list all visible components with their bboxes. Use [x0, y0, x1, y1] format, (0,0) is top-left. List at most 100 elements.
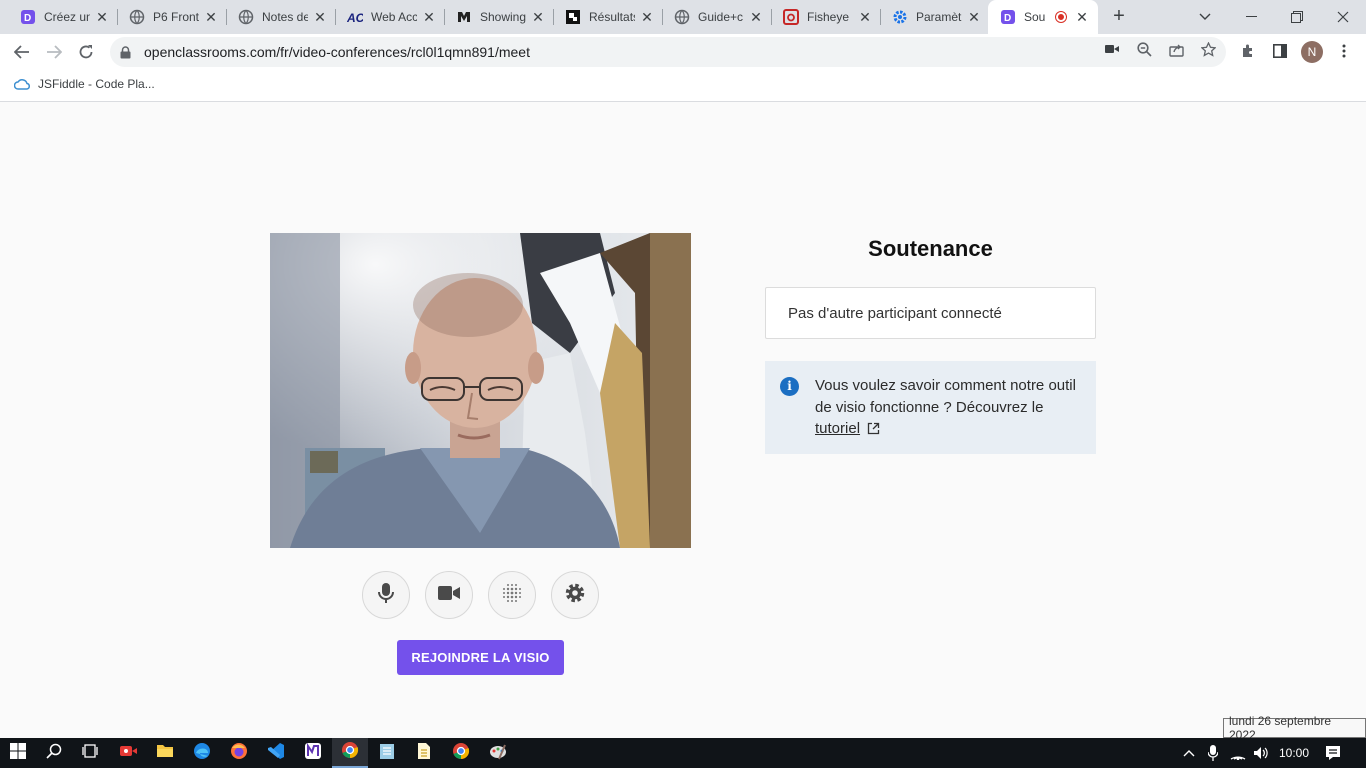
tab-3[interactable]: Notes de ✕ — [226, 0, 336, 34]
lock-icon — [120, 45, 134, 59]
tray-clock[interactable]: 10:00 — [1276, 738, 1312, 768]
taskbar-chrome-active[interactable] — [332, 738, 368, 768]
figma-like-icon — [456, 9, 472, 25]
search-icon — [46, 743, 62, 764]
tab-2[interactable]: P6 Front ✕ — [117, 0, 227, 34]
background-blur-icon — [501, 582, 523, 609]
settings-button[interactable] — [551, 571, 599, 619]
tab-10-active[interactable]: D Sou ✕ — [988, 0, 1098, 34]
camera-button[interactable] — [425, 571, 473, 619]
tab-search-icon[interactable] — [1182, 0, 1228, 34]
tab-4[interactable]: AC Web Acc ✕ — [335, 0, 445, 34]
video-camera-icon — [438, 585, 460, 606]
date-tooltip: lundi 26 septembre 2022 — [1223, 714, 1366, 742]
close-icon[interactable]: ✕ — [94, 9, 110, 25]
camera-icon — [783, 9, 799, 25]
tab-title: Fisheye — [807, 10, 850, 24]
taskbar-explorer[interactable] — [147, 738, 183, 768]
close-icon[interactable]: ✕ — [312, 9, 328, 25]
bookmark-label: JSFiddle - Code Pla... — [38, 77, 155, 91]
close-icon[interactable]: ✕ — [857, 9, 873, 25]
camera-in-use-icon[interactable] — [1104, 41, 1120, 57]
close-icon[interactable]: ✕ — [966, 9, 982, 25]
profile-avatar[interactable]: N — [1301, 41, 1323, 63]
tab-7[interactable]: Guide+c ✕ — [662, 0, 772, 34]
svg-text:AC: AC — [347, 11, 363, 25]
file-explorer-icon — [156, 743, 174, 763]
svg-text:D: D — [24, 13, 31, 24]
tab-title: Créez un — [44, 10, 90, 24]
minimize-button[interactable] — [1228, 0, 1274, 34]
tray-wifi-icon[interactable] — [1229, 738, 1247, 768]
close-icon[interactable]: ✕ — [1074, 9, 1090, 25]
close-icon[interactable]: ✕ — [203, 9, 219, 25]
tutorial-link[interactable]: tutoriel — [815, 420, 860, 437]
taskbar-notepad[interactable] — [369, 738, 405, 768]
new-tab-button[interactable]: + — [1108, 6, 1130, 28]
paint-icon — [489, 742, 507, 765]
address-bar[interactable]: openclassrooms.com/fr/video-conferences/… — [110, 37, 1226, 67]
tray-volume-icon[interactable] — [1252, 738, 1270, 768]
ac-icon: AC — [347, 9, 363, 25]
bookmarks-bar: JSFiddle - Code Pla... — [0, 71, 1366, 102]
taskbar-chrome-2[interactable] — [443, 738, 479, 768]
tab-8[interactable]: Fisheye ✕ — [771, 0, 881, 34]
screen-recorder-icon — [119, 743, 137, 764]
puzzle-icon — [565, 9, 581, 25]
tab-5[interactable]: Showing ✕ — [444, 0, 554, 34]
gear-icon — [564, 582, 586, 609]
share-icon[interactable] — [1168, 41, 1184, 57]
close-icon[interactable]: ✕ — [421, 9, 437, 25]
tab-strip: D Créez un ✕ P6 Front ✕ Notes de ✕ AC We… — [0, 0, 1366, 34]
start-button[interactable] — [0, 738, 36, 768]
firefox-icon — [230, 742, 248, 765]
info-text: Vous voulez savoir comment notre outil d… — [815, 377, 1076, 416]
url-text: openclassrooms.com/fr/video-conferences/… — [144, 44, 530, 60]
windows-logo-icon — [10, 742, 26, 764]
taskbar-app-purple[interactable] — [295, 738, 331, 768]
chrome-icon — [341, 741, 359, 764]
close-icon[interactable]: ✕ — [530, 9, 546, 25]
forward-button[interactable] — [40, 38, 68, 66]
task-view-icon — [82, 743, 98, 764]
close-window-button[interactable] — [1320, 0, 1366, 34]
background-effect-button[interactable] — [488, 571, 536, 619]
tab-9[interactable]: Paramèt ✕ — [880, 0, 990, 34]
taskbar-task-view[interactable] — [72, 738, 108, 768]
taskbar-recorder[interactable] — [110, 738, 146, 768]
side-panel-icon[interactable] — [1270, 41, 1290, 61]
taskbar-search[interactable] — [36, 738, 72, 768]
tab-title: P6 Front — [153, 10, 199, 24]
restore-button[interactable] — [1274, 0, 1320, 34]
menu-icon[interactable] — [1334, 41, 1354, 61]
taskbar-firefox[interactable] — [221, 738, 257, 768]
taskbar-vscode[interactable] — [258, 738, 294, 768]
notification-center-icon[interactable] — [1322, 738, 1344, 768]
tray-microphone-icon[interactable] — [1205, 738, 1221, 768]
chrome-icon — [452, 742, 470, 765]
microphone-icon — [377, 582, 395, 609]
tray-chevron-up-icon[interactable] — [1180, 738, 1198, 768]
browser-toolbar: openclassrooms.com/fr/video-conferences/… — [0, 34, 1366, 71]
bookmark-star-icon[interactable] — [1200, 41, 1216, 57]
bookmark-jsfiddle[interactable]: JSFiddle - Code Pla... — [14, 77, 155, 91]
taskbar-document[interactable] — [406, 738, 442, 768]
back-button[interactable] — [8, 38, 36, 66]
participants-status: Pas d'autre participant connecté — [765, 287, 1096, 339]
taskbar-edge[interactable] — [184, 738, 220, 768]
tab-1[interactable]: D Créez un ✕ — [8, 0, 118, 34]
taskbar-paint[interactable] — [480, 738, 516, 768]
join-video-button[interactable]: REJOINDRE LA VISIO — [397, 640, 564, 675]
close-icon[interactable]: ✕ — [748, 9, 764, 25]
reload-button[interactable] — [72, 38, 100, 66]
zoom-out-icon[interactable] — [1136, 41, 1152, 57]
recording-icon — [1056, 12, 1066, 22]
tab-title: Résultats — [589, 10, 635, 24]
webcam-feed-image — [270, 233, 691, 548]
extensions-icon[interactable] — [1238, 41, 1258, 61]
tab-title: Paramèt — [916, 10, 962, 24]
microphone-button[interactable] — [362, 571, 410, 619]
tab-6[interactable]: Résultats ✕ — [553, 0, 663, 34]
openclassrooms-icon: D — [1000, 9, 1016, 25]
close-icon[interactable]: ✕ — [639, 9, 655, 25]
